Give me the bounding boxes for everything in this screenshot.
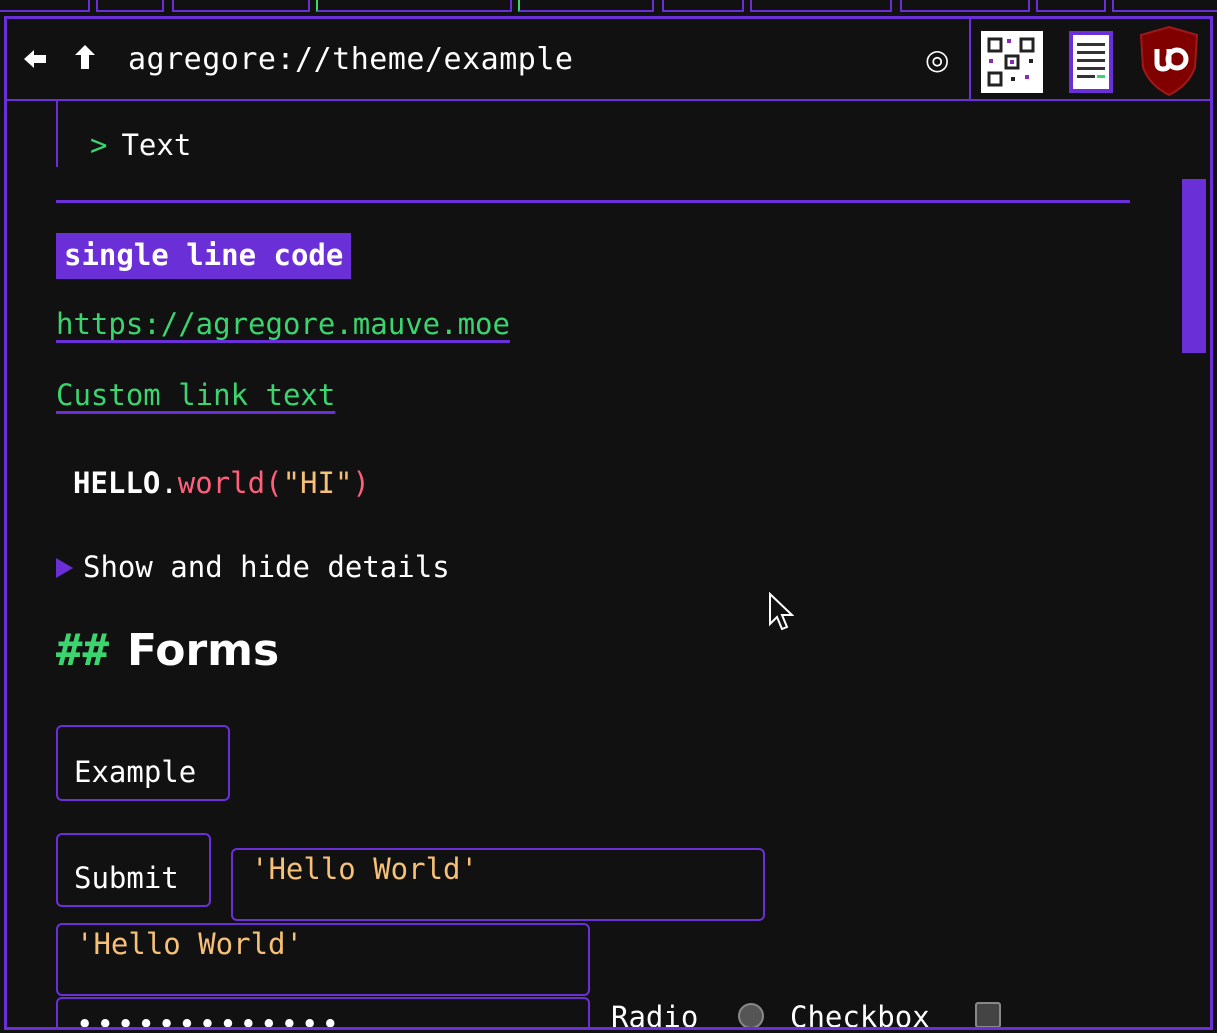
code-dot: . (160, 466, 178, 500)
checkbox-label: Checkbox (790, 1000, 930, 1030)
arrow-up-icon (75, 45, 95, 69)
back-button[interactable] (17, 41, 53, 77)
navigation-bar: agregore://theme/example ◎ (7, 19, 1210, 101)
page-content: > Text single line code https://agregore.… (7, 101, 1210, 1030)
qr-code-icon (981, 31, 1043, 93)
up-button[interactable] (67, 41, 103, 77)
tab[interactable] (96, 0, 164, 12)
password-input[interactable]: ••••••••••••• (56, 997, 590, 1027)
disclosure-triangle-icon (56, 558, 73, 578)
tab[interactable] (662, 0, 744, 12)
code-object: HELLO (73, 466, 161, 500)
radio-button[interactable] (738, 1003, 764, 1027)
ublock-origin-icon (1139, 25, 1199, 97)
blockquote-marker: > (90, 128, 108, 162)
url-bar[interactable]: agregore://theme/example (128, 41, 573, 79)
details-toggle[interactable]: Show and hide details (56, 547, 450, 587)
qr-code-button[interactable] (981, 31, 1043, 97)
inline-code: single line code (56, 233, 352, 279)
code-string: "HI" (282, 466, 353, 500)
tab[interactable] (750, 0, 892, 12)
text-input[interactable]: 'Hello World' (231, 848, 765, 921)
code-paren-open: ( (265, 466, 283, 500)
tab[interactable] (1036, 0, 1106, 12)
extension-divider (969, 19, 971, 99)
details-summary: Show and hide details (83, 550, 450, 584)
tab[interactable] (518, 0, 654, 12)
heading-text: Forms (126, 625, 280, 676)
tab-strip (0, 0, 1217, 14)
code-paren-close: ) (352, 466, 370, 500)
radio-label: Radio (611, 1000, 699, 1030)
mouse-cursor-icon (769, 592, 794, 631)
example-button[interactable]: Example (56, 725, 230, 801)
heading-marker: ## (56, 625, 109, 676)
ublock-button[interactable] (1137, 25, 1201, 101)
tab[interactable] (0, 0, 90, 12)
tab[interactable] (172, 0, 310, 12)
blockquote: > Text (56, 101, 191, 167)
horizontal-rule (56, 200, 1130, 203)
code-block: HELLO.world("HI") (73, 463, 370, 503)
link-agregore-url[interactable]: https://agregore.mauve.moe (56, 307, 510, 341)
forms-heading: ## Forms (56, 623, 279, 679)
tab[interactable] (1112, 0, 1217, 12)
link-custom-text[interactable]: Custom link text (56, 378, 335, 412)
target-icon[interactable]: ◎ (925, 43, 949, 77)
tab[interactable] (316, 0, 512, 12)
checkbox[interactable] (975, 1002, 1001, 1027)
textarea-input[interactable]: 'Hello World' (56, 923, 590, 996)
scrollbar-thumb[interactable] (1182, 179, 1206, 353)
submit-button[interactable]: Submit (56, 833, 211, 907)
arrow-left-icon (24, 50, 46, 68)
tab[interactable] (900, 0, 1030, 12)
notes-button[interactable] (1069, 31, 1113, 97)
blockquote-text: Text (121, 128, 192, 162)
browser-window: agregore://theme/example ◎ > Text single… (4, 16, 1213, 1030)
code-method: world (177, 466, 266, 500)
notes-icon (1069, 31, 1113, 93)
